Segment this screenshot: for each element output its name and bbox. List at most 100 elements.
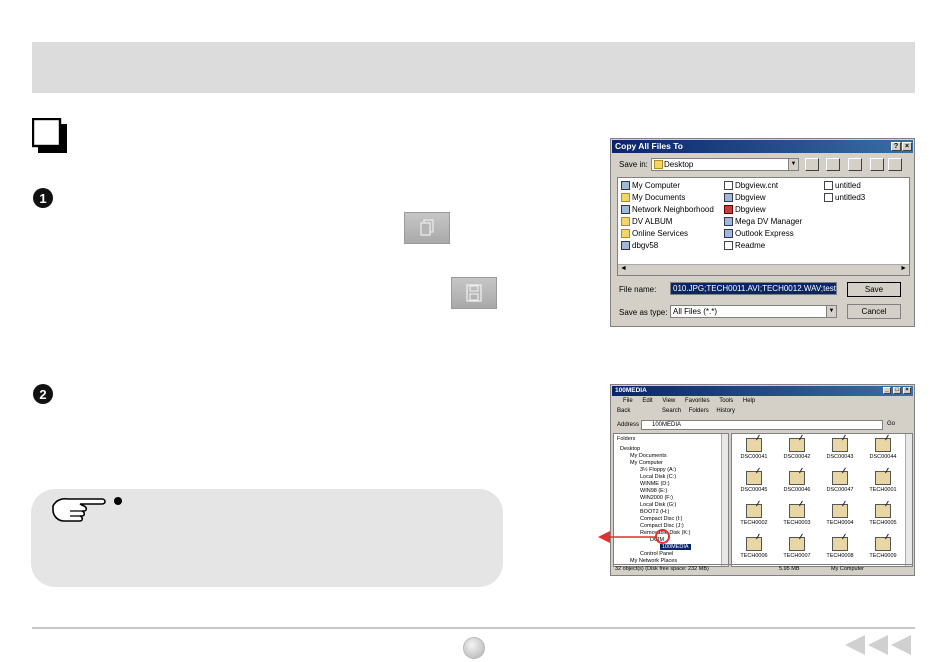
list-item[interactable]: My Computer <box>621 181 680 190</box>
menu-help[interactable]: Help <box>743 398 755 404</box>
file-tile[interactable]: DSC00041 <box>734 438 774 460</box>
menu-favorites[interactable]: Favorites <box>685 398 710 404</box>
file-tile[interactable]: TECH0001 <box>863 471 903 493</box>
folders-pane: Folders × Desktop My Documents My Comput… <box>613 433 729 567</box>
list-item[interactable]: Online Services <box>621 229 688 238</box>
save-button[interactable]: Save <box>847 282 901 297</box>
search-button[interactable]: Search <box>662 408 681 414</box>
up-folder-button[interactable] <box>805 158 819 171</box>
save-in-dropdown[interactable]: Desktop ▼ <box>651 158 799 171</box>
file-tile[interactable]: DSC00047 <box>820 471 860 493</box>
tree-item[interactable]: BOOT2 (H:) <box>640 509 669 515</box>
file-tile[interactable]: DSC00043 <box>820 438 860 460</box>
file-name-input[interactable]: 010.JPG;TECH0011.AVI;TECH0012.WAV;test <box>670 282 837 295</box>
close-button[interactable]: × <box>902 142 912 151</box>
chevron-right-icon[interactable]: ► <box>900 265 907 272</box>
list-view-button[interactable] <box>870 158 884 171</box>
maximize-button[interactable]: □ <box>893 387 901 394</box>
list-item[interactable]: untitled3 <box>824 193 865 202</box>
file-label: TECH0004 <box>826 520 854 526</box>
file-label: DSC00047 <box>826 487 854 493</box>
chevron-down-icon[interactable]: ▼ <box>788 159 798 170</box>
list-item-label: Dbgview <box>735 205 766 214</box>
minimize-button[interactable]: _ <box>883 387 891 394</box>
horizontal-scrollbar[interactable]: ◄ ► <box>618 264 909 275</box>
file-label: DSC00044 <box>869 454 897 460</box>
details-view-button[interactable] <box>888 158 902 171</box>
list-item-label: Dbgview <box>735 193 766 202</box>
tree-item[interactable]: Local Disk (C:) <box>640 474 676 480</box>
file-label: TECH0008 <box>826 553 854 559</box>
save-as-type-dropdown[interactable]: All Files (*.*) ▼ <box>670 305 837 318</box>
list-item[interactable]: Network Neighborhood <box>621 205 714 214</box>
file-icon <box>824 181 833 190</box>
tree-item[interactable]: My Computer <box>630 460 663 466</box>
close-button[interactable]: × <box>903 387 911 394</box>
file-tile[interactable]: DSC00042 <box>777 438 817 460</box>
triple-left-arrow-icon[interactable] <box>843 634 915 656</box>
tree-item-selected[interactable]: 100MEDIA <box>660 544 691 550</box>
file-label: TECH0007 <box>783 553 811 559</box>
chevron-down-icon[interactable]: ▼ <box>826 306 836 317</box>
list-item[interactable]: dbgv58 <box>621 241 658 250</box>
file-label: TECH0001 <box>869 487 897 493</box>
tree-item[interactable]: WINME (D:) <box>640 481 670 487</box>
list-item[interactable]: Readme <box>724 241 765 250</box>
list-item[interactable]: Dbgview <box>724 205 766 214</box>
file-tile[interactable]: TECH0006 <box>734 537 774 559</box>
step-number-1: 1 <box>33 188 53 208</box>
vertical-scrollbar[interactable] <box>721 434 728 566</box>
tree-item[interactable]: 3½ Floppy (A:) <box>640 467 676 473</box>
list-item-label: Online Services <box>632 229 689 238</box>
folders-button[interactable]: Folders <box>689 408 709 414</box>
history-button[interactable]: History <box>716 408 735 414</box>
go-button[interactable]: Go <box>887 421 895 427</box>
list-item[interactable]: My Documents <box>621 193 685 202</box>
file-tile[interactable]: DSC00046 <box>777 471 817 493</box>
list-item[interactable]: Dbgview.cnt <box>724 181 778 190</box>
list-item[interactable]: Mega DV Manager <box>724 217 802 226</box>
tree-item[interactable]: WIN98 (E:) <box>640 488 667 494</box>
file-tile[interactable]: TECH0003 <box>777 504 817 526</box>
tree-item[interactable]: WIN2000 (F:) <box>640 495 673 501</box>
file-label: TECH0009 <box>869 553 897 559</box>
menu-tools[interactable]: Tools <box>719 398 733 404</box>
tree-item[interactable]: Local Disk (G:) <box>640 502 676 508</box>
file-tile[interactable]: DSC00044 <box>863 438 903 460</box>
file-tile[interactable]: TECH0008 <box>820 537 860 559</box>
pointing-hand-icon <box>52 497 106 522</box>
image-file-icon <box>746 438 762 452</box>
save-toolbar-button[interactable] <box>451 277 497 309</box>
list-item[interactable]: untitled <box>824 181 861 190</box>
list-item[interactable]: DV ALBUM <box>621 217 672 226</box>
file-tile[interactable]: DSC00045 <box>734 471 774 493</box>
copy-toolbar-button[interactable] <box>404 212 450 244</box>
new-folder-button[interactable] <box>848 158 862 171</box>
tree-item[interactable]: Desktop <box>620 446 640 452</box>
desktop-button[interactable] <box>826 158 840 171</box>
image-file-icon <box>875 438 891 452</box>
file-tile[interactable]: TECH0002 <box>734 504 774 526</box>
file-tile[interactable]: TECH0004 <box>820 504 860 526</box>
file-label: DSC00046 <box>783 487 811 493</box>
back-button[interactable]: Back <box>617 408 630 414</box>
file-tile[interactable]: TECH0009 <box>863 537 903 559</box>
address-label: Address <box>617 422 640 428</box>
menu-file[interactable]: File <box>623 398 633 404</box>
folder-icon <box>621 193 630 202</box>
file-tile[interactable]: TECH0005 <box>863 504 903 526</box>
list-item[interactable]: Outlook Express <box>724 229 794 238</box>
chevron-left-icon[interactable]: ◄ <box>620 265 627 272</box>
vertical-scrollbar[interactable] <box>905 434 912 566</box>
help-button[interactable]: ? <box>891 142 901 151</box>
list-item-label: dbgv58 <box>632 241 659 250</box>
tree-item[interactable]: Control Panel <box>640 551 673 557</box>
list-item[interactable]: Dbgview <box>724 193 766 202</box>
menu-edit[interactable]: Edit <box>642 398 652 404</box>
address-input[interactable]: 100MEDIA <box>641 420 883 430</box>
file-tile[interactable]: TECH0007 <box>777 537 817 559</box>
tree-item[interactable]: Compact Disc (I:) <box>640 516 682 522</box>
menu-view[interactable]: View <box>662 398 675 404</box>
tree-item[interactable]: My Documents <box>630 453 667 459</box>
cancel-button[interactable]: Cancel <box>847 304 901 319</box>
